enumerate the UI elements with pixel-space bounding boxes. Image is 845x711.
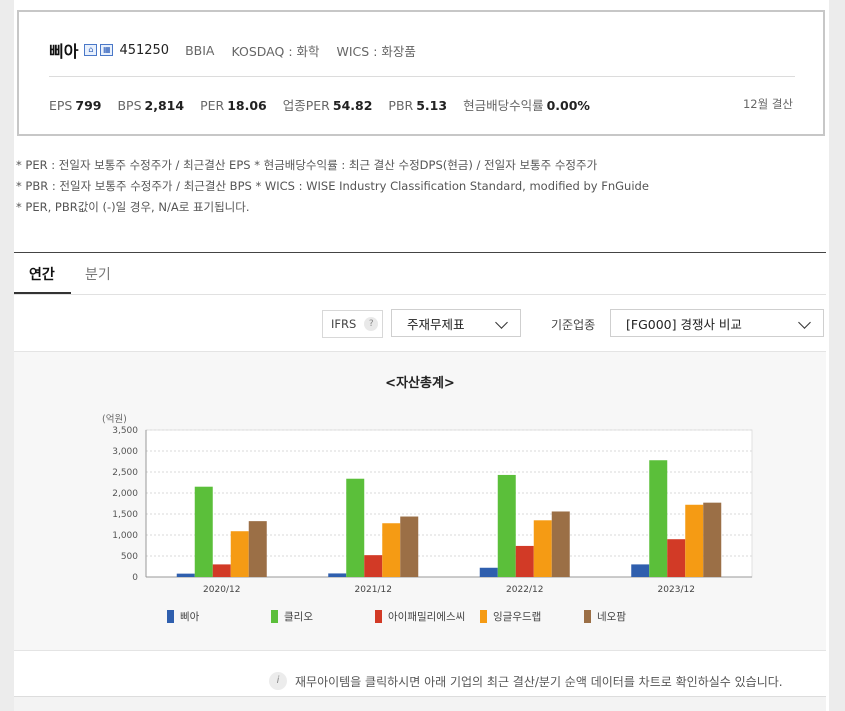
bottom-strip (14, 696, 826, 711)
x-tick-label: 2022/12 (506, 585, 543, 595)
industry-select[interactable]: [FG000] 경쟁사 비교 (610, 309, 824, 337)
metric-pbr: PBR 5.13 (388, 98, 448, 113)
tab-quarter[interactable]: 분기 (85, 264, 111, 284)
metric-dividend-yield: 현금배당수익률 0.00% (463, 98, 590, 113)
info-note: i 재무아이템을 클릭하시면 아래 기업의 최근 결산/분기 순액 데이터를 차… (269, 672, 783, 690)
y-tick-label: 3,500 (112, 426, 138, 436)
y-tick-label: 500 (121, 552, 138, 562)
legend-label: 잉글우드랩 (493, 611, 541, 623)
legend-label: 삐아 (180, 611, 200, 623)
company-wics: WICS : 화장품 (336, 43, 416, 59)
bar-1-3 (479, 567, 498, 577)
x-tick-label: 2020/12 (203, 585, 240, 595)
bar-5-4 (703, 502, 722, 577)
legend-swatch (167, 610, 174, 623)
bar-3-4 (667, 539, 686, 577)
legend-swatch (271, 610, 278, 623)
metric-bps: BPS 2,814 (117, 98, 185, 113)
legend-label: 네오팜 (597, 611, 626, 623)
bar-2-1 (194, 486, 213, 577)
company-code: 451250 (119, 42, 170, 58)
x-tick-label: 2021/12 (355, 585, 392, 595)
y-tick-label: 0 (132, 573, 138, 583)
bar-2-4 (649, 460, 668, 577)
bar-3-1 (212, 564, 231, 577)
statement-type-select[interactable]: 주재무제표 (391, 309, 521, 337)
settlement-month: 12월 결산 (742, 97, 793, 111)
legend-swatch (584, 610, 591, 623)
y-tick-label: 2,000 (112, 489, 138, 499)
y-tick-label: 3,000 (112, 447, 138, 457)
page: 삐아 ⌂ ▦ 451250 BBIA KOSDAQ : 화학 WICS : 화장… (0, 0, 845, 711)
company-market: KOSDAQ : 화학 (231, 43, 320, 59)
legend-label: 아이패밀리에스씨 (388, 611, 465, 623)
legend-swatch (480, 610, 487, 623)
y-tick-label: 1,000 (112, 531, 138, 541)
help-icon[interactable]: ? (364, 317, 379, 331)
bar-5-2 (400, 516, 419, 577)
metric-industry-per: 업종PER 54.82 (282, 98, 373, 113)
footnotes: * PER : 전일자 보통주 수정주가 / 최근결산 EPS * 현금배당수익… (16, 155, 649, 218)
home-icon[interactable]: ⌂ (84, 44, 98, 56)
y-tick-label: 2,500 (112, 468, 138, 478)
bar-1-2 (328, 573, 347, 577)
statement-type-value: 주재무제표 (407, 316, 465, 332)
company-ticker: BBIA (185, 42, 215, 58)
bar-4-3 (533, 520, 552, 577)
info-text: 재무아이템을 클릭하시면 아래 기업의 최근 결산/분기 순액 데이터를 차트로… (295, 674, 783, 689)
metric-per: PER 18.06 (200, 98, 267, 113)
metrics-row: EPS 799 BPS 2,814 PER 18.06 업종PER 54.82 PBR 5… (49, 95, 606, 114)
footnote-line: * PBR : 전일자 보통주 수정주가 / 최근결산 BPS * WICS :… (16, 179, 649, 193)
bar-4-4 (685, 504, 704, 577)
company-title-row: 삐아 ⌂ ▦ 451250 BBIA KOSDAQ : 화학 WICS : 화장… (49, 38, 433, 62)
legend-swatch (375, 610, 382, 623)
chevron-down-icon (798, 316, 811, 329)
tab-annual[interactable]: 연간 (29, 264, 55, 284)
summary-divider (49, 76, 795, 77)
tabs-bottom-border (14, 294, 826, 295)
bar-5-3 (551, 511, 570, 577)
chart-panel: <자산총계> 0 500 1,000 1,500 2,000 2,500 3,000 3,50… (14, 352, 826, 650)
bar-4-2 (382, 523, 401, 577)
y-tick-label: 1,500 (112, 510, 138, 520)
bar-4-1 (230, 531, 249, 577)
building-icon[interactable]: ▦ (100, 44, 114, 56)
ifrs-label-box: IFRS ? (322, 310, 383, 338)
chevron-down-icon (495, 316, 508, 329)
company-name: 삐아 (49, 42, 79, 61)
bar-5-1 (248, 521, 267, 577)
x-tick-label: 2023/12 (658, 585, 695, 595)
y-axis-label: (억원) (102, 413, 127, 425)
chart-bottom-divider (14, 650, 826, 651)
legend-label: 클리오 (284, 611, 313, 623)
footnote-line: * PER, PBR값이 (-)일 경우, N/A로 표기됩니다. (16, 200, 250, 214)
bar-3-3 (515, 545, 534, 577)
tabs-top-border (14, 252, 826, 253)
bar-3-2 (364, 555, 383, 577)
bar-2-2 (346, 478, 365, 577)
total-assets-chart: 0 500 1,000 1,500 2,000 2,500 3,000 3,500(억원) 20… (102, 413, 753, 623)
bar-1-4 (631, 564, 650, 577)
company-summary: 삐아 ⌂ ▦ 451250 BBIA KOSDAQ : 화학 WICS : 화장… (17, 10, 825, 136)
metric-eps: EPS 799 (49, 98, 102, 113)
industry-label: 기준업종 (551, 318, 596, 332)
industry-select-value: [FG000] 경쟁사 비교 (626, 316, 742, 332)
bar-2-3 (497, 474, 516, 577)
ifrs-label: IFRS (331, 317, 357, 331)
bar-1-1 (176, 573, 195, 577)
footnote-line: * PER : 전일자 보통주 수정주가 / 최근결산 EPS * 현금배당수익… (16, 158, 598, 172)
info-icon: i (269, 672, 287, 690)
